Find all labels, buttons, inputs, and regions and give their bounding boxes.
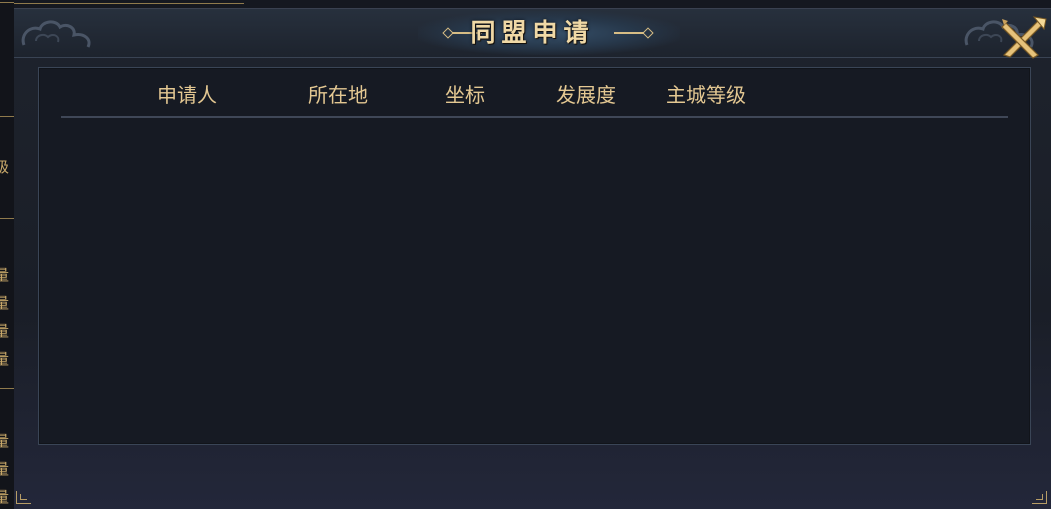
background-divider (0, 388, 14, 389)
application-list-panel: 申请人 所在地 坐标 发展度 主城等级 (38, 67, 1031, 445)
background-left-strip: : 级 量 量 量 量 量 量 量 (0, 0, 14, 509)
background-text-fragment: 量 (0, 488, 10, 506)
column-header-applicant: 申请人 (157, 83, 217, 107)
title-bar: 同盟申请 (14, 9, 1051, 61)
background-text-fragment: 量 (0, 460, 10, 478)
column-header-main-city-level: 主城等级 (666, 83, 746, 107)
corner-ornament-icon (1032, 491, 1047, 504)
background-text-fragment: 量 (0, 432, 10, 450)
background-text-fragment: 量 (0, 322, 10, 340)
corner-ornament-icon (16, 491, 31, 504)
column-header-development: 发展度 (556, 83, 616, 107)
background-text-fragment: 量 (0, 266, 10, 284)
application-list-body[interactable] (61, 120, 1008, 440)
background-divider (0, 2, 14, 3)
background-divider (0, 116, 14, 117)
background-divider (14, 3, 244, 4)
background-divider (0, 218, 14, 219)
table-header: 申请人 所在地 坐标 发展度 主城等级 (39, 68, 1030, 116)
background-text-fragment: 量 (0, 350, 10, 368)
column-header-location: 所在地 (308, 83, 368, 107)
close-button[interactable] (998, 15, 1048, 61)
dialog-title: 同盟申请 (470, 18, 595, 47)
header-divider (61, 116, 1008, 118)
background-text-fragment: 级 (0, 158, 10, 176)
background-text-fragment: 量 (0, 294, 10, 312)
crossed-swords-close-icon (1001, 16, 1047, 59)
column-header-coordinates: 坐标 (445, 83, 485, 107)
alliance-application-dialog: 同盟申请 申请人 所在地 坐标 发展度 主城等级 (14, 8, 1051, 509)
